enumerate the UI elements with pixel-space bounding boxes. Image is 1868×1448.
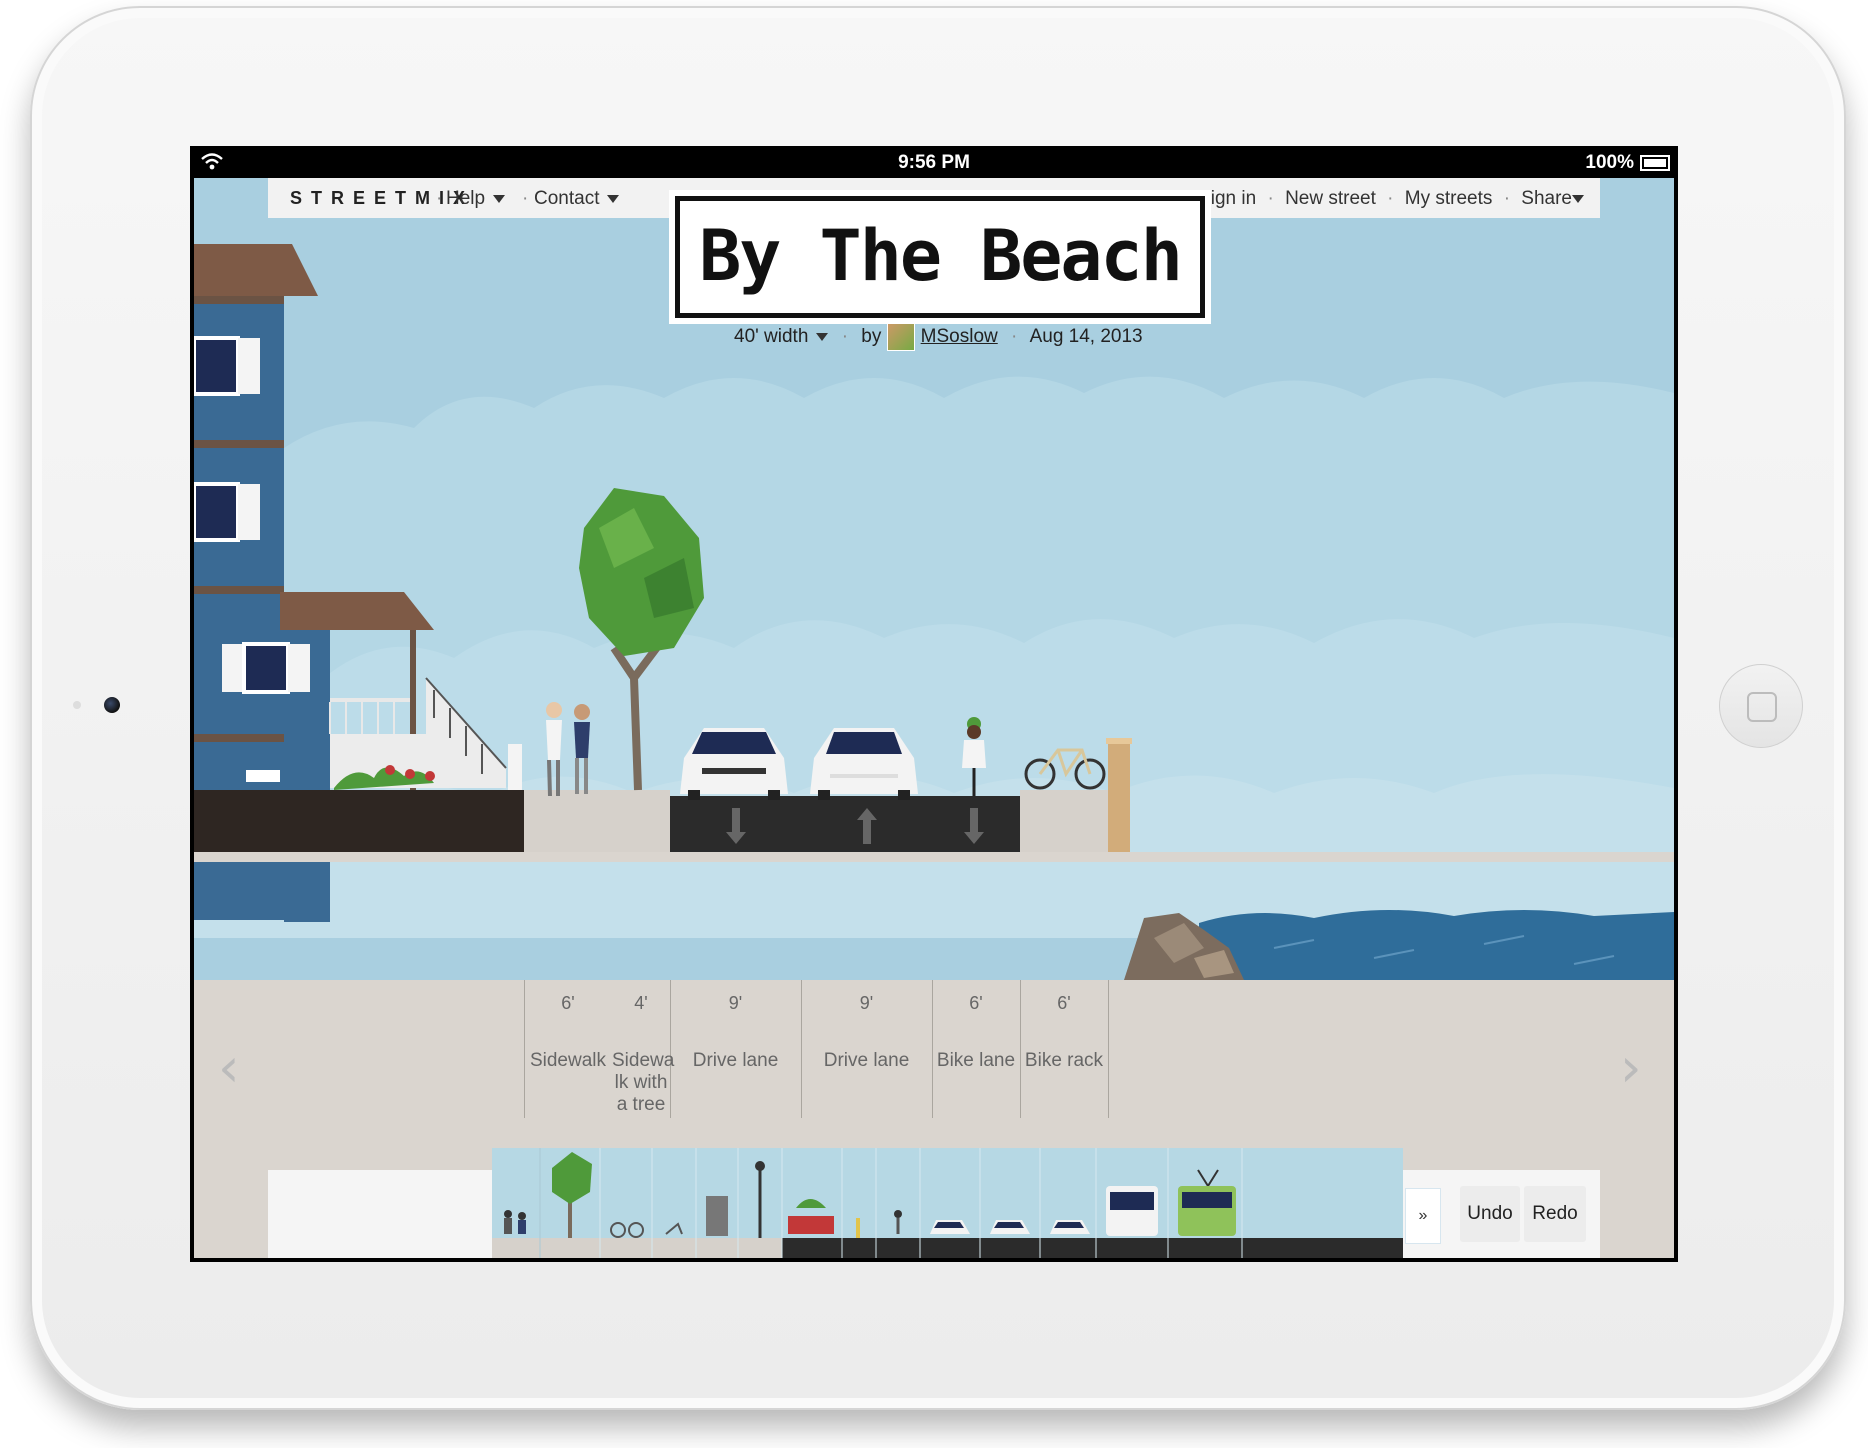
avatar [886, 323, 915, 351]
help-menu[interactable]: Help [446, 188, 506, 210]
segment-width[interactable]: 9' [801, 993, 932, 1014]
sidewalk-surface [524, 790, 670, 852]
chevron-down-icon [493, 194, 506, 203]
chevron-down-icon [607, 194, 620, 203]
menu-right: Sign in · New street · My streets · Shar… [1198, 188, 1584, 210]
yard-ground [194, 790, 524, 852]
streetmix-app: 6' Sidewalk 4' Sidewa lk with a tree 9' … [194, 178, 1674, 1258]
sign-in-link[interactable]: Sign in [1198, 188, 1256, 209]
segment-width[interactable]: 6' [1020, 993, 1108, 1014]
segment-name: Bike rack [1024, 1050, 1104, 1071]
segment-divider [1108, 980, 1109, 1118]
street-width-menu[interactable]: 40' width [734, 326, 829, 347]
road-surface [670, 796, 1020, 852]
camera-icon [104, 697, 120, 713]
water [1199, 909, 1674, 980]
undo-button[interactable]: Undo [1460, 1186, 1520, 1242]
scroll-right-arrow[interactable]: › [1620, 1036, 1642, 1099]
segment-width[interactable]: 4' [612, 993, 670, 1014]
chevron-down-icon [1572, 194, 1584, 203]
bike-rack-surface [1020, 790, 1108, 852]
by-label: by [861, 326, 882, 348]
ipad-sensor [73, 701, 81, 709]
scroll-left-arrow[interactable]: ‹ [218, 1036, 240, 1099]
segment-name: Drive lane [823, 1050, 910, 1071]
street-meta: 40' width · by MSoslow · Aug 14, 2013 [734, 323, 1143, 351]
palette-items [492, 1148, 1403, 1258]
status-bar: 9:56 PM 100% [190, 146, 1678, 178]
segment-name: Drive lane [692, 1050, 779, 1071]
street-title-box[interactable]: By The Beach [675, 196, 1205, 318]
segment-name: Sidewa lk with a tree [612, 1050, 675, 1115]
segment-name: Sidewalk [529, 1050, 607, 1071]
segment-width[interactable]: 9' [670, 993, 801, 1014]
segment-width[interactable]: 6' [524, 993, 612, 1014]
battery-icon [1640, 155, 1670, 171]
my-streets-link[interactable]: My streets [1405, 188, 1493, 209]
palette-graphics [492, 1148, 1403, 1258]
contact-menu[interactable]: Contact [534, 188, 620, 210]
segment-width[interactable]: 6' [932, 993, 1020, 1014]
redo-button[interactable]: Redo [1524, 1186, 1586, 1242]
status-time: 9:56 PM [898, 152, 970, 173]
street-date: Aug 14, 2013 [1029, 326, 1143, 348]
palette-more-button[interactable]: » [1405, 1188, 1441, 1244]
author-link[interactable]: MSoslow [921, 326, 998, 347]
home-square-icon [1747, 692, 1777, 722]
segment-name: Bike lane [936, 1050, 1016, 1071]
screen: 9:56 PM 100% 6' Sidewalk 4' Sidewa lk wi… [190, 146, 1678, 1262]
chevron-down-icon [816, 333, 829, 341]
new-street-link[interactable]: New street [1285, 188, 1376, 209]
wall-post [1108, 742, 1130, 852]
home-button[interactable] [1719, 664, 1803, 748]
battery-level: 100% [1585, 152, 1634, 173]
share-menu[interactable]: Share [1521, 188, 1584, 209]
segment-palette: » Undo Redo [268, 1148, 1600, 1258]
street-title: By The Beach [699, 215, 1183, 297]
